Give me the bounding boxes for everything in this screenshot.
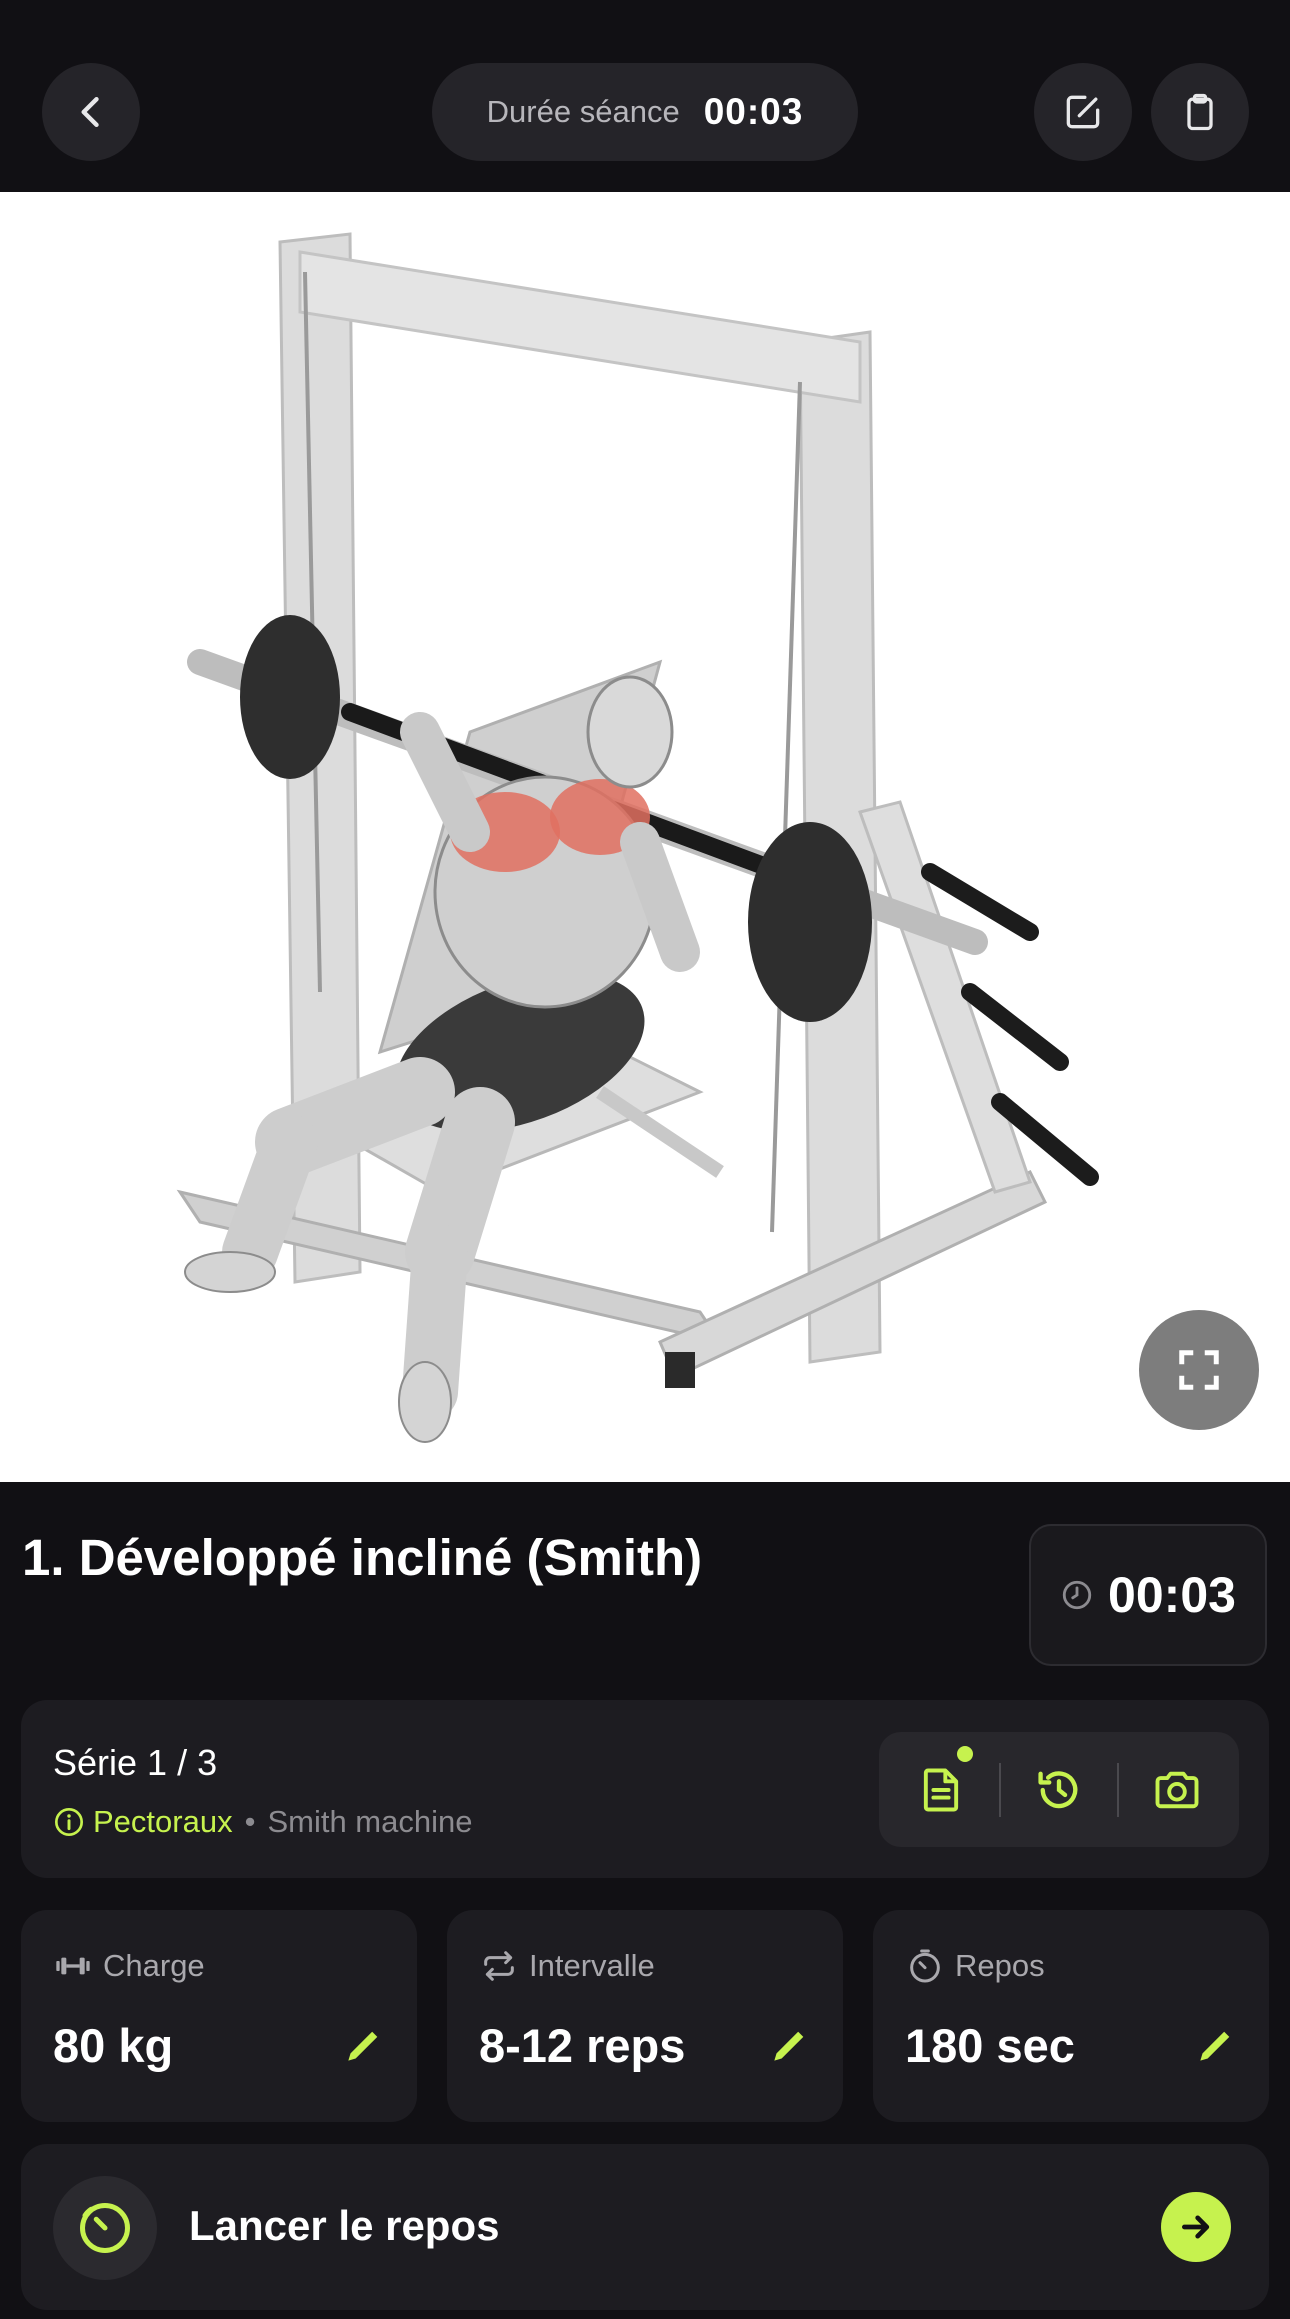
info-icon[interactable] — [53, 1806, 85, 1838]
stat-intervalle[interactable]: Intervalle 8-12 reps — [447, 1910, 843, 2122]
history-button[interactable] — [1029, 1760, 1089, 1820]
chevron-left-icon — [81, 96, 99, 128]
series-subtitle: Pectoraux • Smith machine — [53, 1804, 472, 1840]
separator-dot: • — [244, 1804, 256, 1839]
series-title: Série 1 / 3 — [53, 1742, 218, 1783]
exercise-timer-value: 00:03 — [1108, 1567, 1236, 1623]
camera-button[interactable] — [1147, 1760, 1207, 1820]
arrow-right-icon — [1182, 2215, 1210, 2239]
series-tools — [879, 1732, 1239, 1847]
exercise-illustration — [0, 192, 1290, 1482]
stat-intervalle-value: 8-12 reps — [479, 2019, 686, 2072]
dumbbell-icon — [56, 1957, 90, 1975]
divider — [999, 1762, 1001, 1817]
start-rest-button[interactable]: Lancer le repos — [21, 2144, 1269, 2310]
stat-charge-value: 80 kg — [53, 2019, 174, 2072]
pencil-icon[interactable] — [341, 2024, 385, 2068]
stat-intervalle-header: Intervalle — [479, 1946, 655, 1986]
clipboard-icon — [1187, 93, 1213, 131]
stat-repos-header: Repos — [905, 1946, 1045, 1986]
edit-button[interactable] — [1034, 63, 1132, 161]
start-rest-label: Lancer le repos — [189, 2202, 500, 2249]
pencil-icon[interactable] — [1193, 2024, 1237, 2068]
history-icon — [1038, 1770, 1078, 1808]
stat-charge[interactable]: Charge 80 kg — [21, 1910, 417, 2122]
stat-charge-label: Charge — [103, 1948, 205, 1983]
top-bar: Durée séance 00:03 — [0, 0, 1290, 192]
divider — [1117, 1762, 1119, 1817]
exercise-title: 1. Développé incliné (Smith) — [22, 1529, 703, 1586]
go-button[interactable] — [1161, 2192, 1231, 2262]
fullscreen-icon — [1179, 1350, 1219, 1390]
series-card: Série 1 / 3 Pectoraux • Smith machine — [21, 1700, 1269, 1878]
stat-charge-header: Charge — [53, 1946, 205, 1986]
exercise-timer[interactable]: 00:03 — [1029, 1524, 1267, 1666]
muscle-group[interactable]: Pectoraux — [93, 1804, 233, 1840]
session-duration-label: Durée séance — [486, 94, 680, 129]
stat-intervalle-label: Intervalle — [529, 1948, 655, 1983]
stat-repos[interactable]: Repos 180 sec — [873, 1910, 1269, 2122]
back-button[interactable] — [42, 63, 140, 161]
fullscreen-button[interactable] — [1139, 1310, 1259, 1430]
stat-repos-value: 180 sec — [905, 2019, 1075, 2072]
equipment-label: Smith machine — [267, 1804, 473, 1839]
edit-note-icon — [1066, 95, 1100, 129]
camera-icon — [1155, 1771, 1199, 1808]
session-duration-time: 00:03 — [703, 91, 804, 132]
notes-icon — [923, 1768, 959, 1811]
rest-timer-badge — [53, 2176, 157, 2280]
timer-icon — [1062, 1580, 1092, 1610]
pencil-icon[interactable] — [767, 2024, 811, 2068]
stat-repos-label: Repos — [955, 1948, 1045, 1983]
clipboard-button[interactable] — [1151, 63, 1249, 161]
repeat-icon — [484, 1951, 514, 1981]
notification-dot — [957, 1745, 973, 1762]
stopwatch-icon — [80, 2203, 130, 2253]
session-duration: Durée séance 00:03 — [432, 63, 858, 161]
smith-machine-illustration — [176, 232, 1099, 1443]
notes-button[interactable] — [911, 1745, 973, 1820]
stopwatch-icon — [910, 1949, 940, 1983]
